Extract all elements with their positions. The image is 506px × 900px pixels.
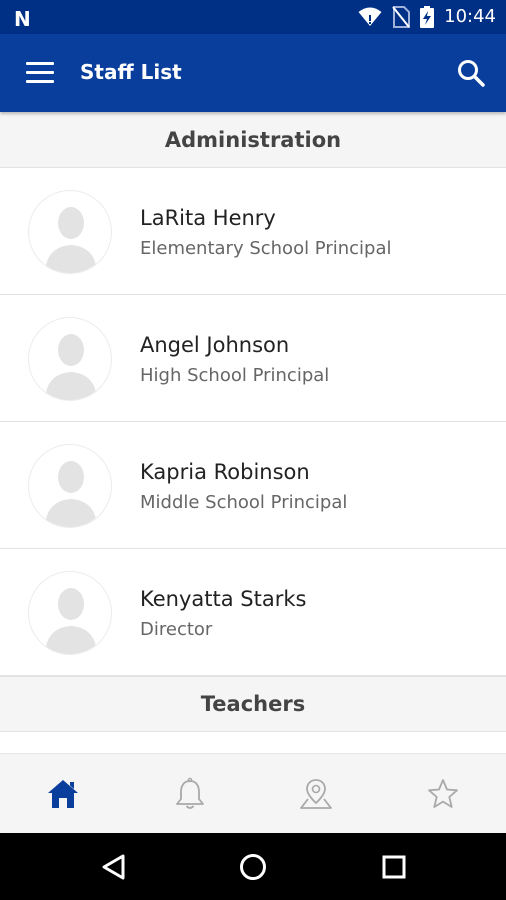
notification-n-icon: N	[14, 7, 31, 31]
person-silhouette-icon	[45, 334, 97, 400]
avatar	[28, 571, 112, 655]
battery-charging-icon	[420, 6, 435, 28]
wifi-icon	[358, 7, 382, 26]
avatar	[28, 190, 112, 274]
staff-name: Angel Johnson	[140, 333, 290, 357]
staff-name: LaRita Henry	[140, 206, 276, 230]
section-header-teachers: Teachers	[0, 676, 506, 732]
staff-role: Middle School Principal	[140, 492, 348, 513]
recents-icon[interactable]	[378, 851, 410, 883]
staff-row[interactable]: Angel Johnson High School Principal	[0, 295, 506, 422]
staff-name: Kenyatta Starks	[140, 587, 307, 611]
search-icon[interactable]	[456, 58, 486, 88]
home-circle-icon[interactable]	[237, 851, 269, 883]
hamburger-menu-icon[interactable]	[26, 62, 54, 84]
nav-favorites[interactable]	[380, 754, 506, 833]
app-bar: Staff List	[0, 34, 506, 112]
section-header-administration: Administration	[0, 112, 506, 168]
avatar	[28, 444, 112, 528]
home-icon	[48, 779, 79, 808]
bell-icon	[175, 777, 204, 809]
staff-list[interactable]: Administration LaRita Henry Elementary S…	[0, 112, 506, 753]
nav-notifications[interactable]	[127, 754, 254, 833]
nav-map[interactable]	[253, 754, 380, 833]
staff-role: Elementary School Principal	[140, 238, 392, 259]
system-nav-bar	[0, 833, 506, 900]
no-sim-icon	[392, 6, 411, 28]
clock: 10:44	[444, 6, 496, 27]
nav-home[interactable]	[0, 754, 127, 833]
map-pin-icon	[300, 778, 333, 809]
staff-name: Kapria Robinson	[140, 460, 310, 484]
staff-row[interactable]: LaRita Henry Elementary School Principal	[0, 168, 506, 295]
staff-role: Director	[140, 619, 213, 640]
staff-row[interactable]: Kenyatta Starks Director	[0, 549, 506, 676]
person-silhouette-icon	[45, 588, 97, 654]
back-icon[interactable]	[98, 851, 130, 883]
person-silhouette-icon	[45, 461, 97, 527]
star-icon	[427, 778, 458, 808]
staff-row[interactable]: Kapria Robinson Middle School Principal	[0, 422, 506, 549]
bottom-nav	[0, 753, 506, 833]
avatar	[28, 317, 112, 401]
status-bar: N 10:44	[0, 0, 506, 34]
page-title: Staff List	[80, 60, 182, 84]
staff-role: High School Principal	[140, 365, 330, 386]
person-silhouette-icon	[45, 207, 97, 273]
